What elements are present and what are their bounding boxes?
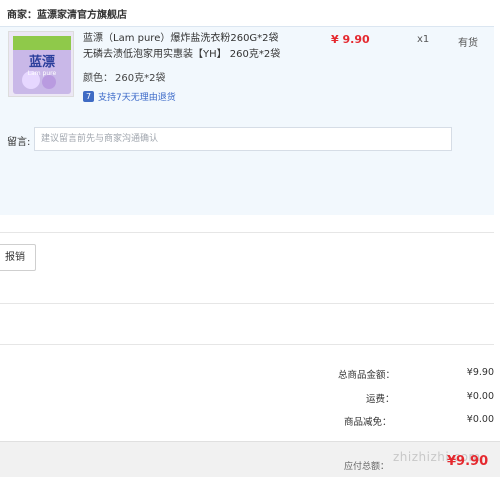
merchant-header: 商家：蓝漂家清官方旗舰店 [7, 6, 127, 21]
stock-status: 有货 [458, 38, 478, 49]
merchant-name[interactable]: 蓝漂家清官方旗舰店 [37, 10, 127, 21]
divider [0, 344, 494, 345]
product-price: ¥ 9.90 [331, 33, 370, 46]
return-policy[interactable]: 7 支持7天无理由退货 [83, 90, 176, 103]
goods-total-value: ¥9.90 [466, 367, 494, 378]
return-policy-icon: 7 [83, 91, 94, 102]
return-policy-text: 支持7天无理由退货 [98, 93, 176, 103]
payable-total: ¥9.90 [447, 454, 489, 469]
product-variant: 颜色： 260克*2袋 [83, 69, 165, 84]
merchant-label: 商家： [7, 10, 37, 21]
product-quantity: x1 [417, 34, 430, 45]
goods-total-row: 总商品金额： ¥9.90 [300, 367, 494, 381]
message-input[interactable] [34, 127, 452, 151]
shipping-row: 运费： ¥0.00 [300, 391, 494, 405]
payable-label: 应付总额： [344, 462, 390, 472]
shipping-value: ¥0.00 [466, 391, 494, 402]
goods-total-label: 总商品金额： [338, 370, 396, 381]
divider [0, 232, 494, 233]
shipping-label: 运费： [366, 394, 395, 405]
discount-label: 商品减免： [344, 417, 392, 428]
product-thumbnail[interactable]: 蓝漂 Lam pure [8, 31, 74, 97]
product-title[interactable]: 蓝漂（Lam pure）爆炸盐洗衣粉260G*2袋无磷去渍低泡家用实惠装【YH】… [83, 31, 283, 63]
product-image: 蓝漂 Lam pure [9, 32, 73, 96]
product-image-brand-sub: Lam pure [28, 70, 57, 77]
variant-label: 颜色： [83, 73, 113, 84]
message-label: 留言: [7, 137, 31, 148]
variant-value: 260克*2袋 [115, 73, 166, 84]
discount-value: ¥0.00 [466, 414, 494, 425]
product-image-brand-text: 蓝漂 [29, 54, 55, 70]
invoice-button[interactable]: 报销 [0, 244, 36, 271]
discount-row: 商品减免： ¥0.00 [300, 414, 494, 428]
divider [0, 303, 494, 304]
